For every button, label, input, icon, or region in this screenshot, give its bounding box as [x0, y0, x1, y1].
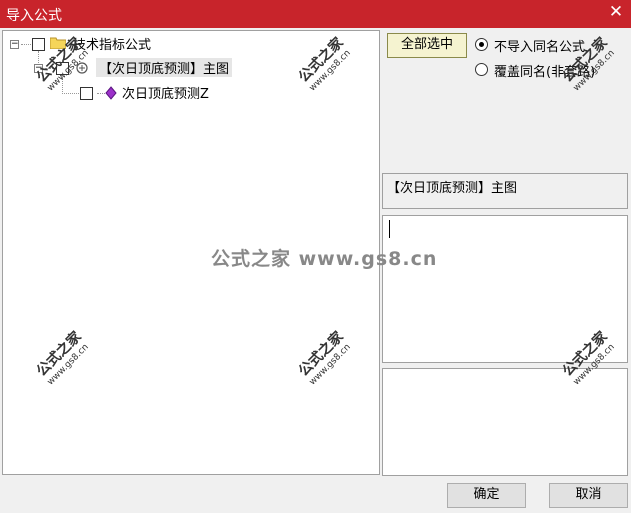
radio-overwrite-label[interactable]: 覆盖同名(非套路)	[494, 61, 595, 80]
tree-collapse-icon[interactable]: −	[10, 40, 19, 49]
tree-root-label[interactable]: 技术指标公式	[73, 34, 151, 53]
select-all-button[interactable]: 全部选中	[387, 33, 467, 58]
tree-connector	[62, 75, 63, 94]
close-icon[interactable]: ✕	[607, 3, 625, 21]
text-caret	[389, 220, 390, 238]
radio-overwrite-same-name[interactable]	[475, 63, 488, 76]
formula-tree[interactable]: − 技术指标公式 − 【次日顶底预测】主图 次日顶底预测Z	[2, 30, 380, 475]
tree-connector	[45, 68, 55, 69]
cancel-button[interactable]: 取消	[549, 483, 628, 508]
formula-name-display: 【次日顶底预测】主图	[382, 173, 628, 209]
formula-group-icon	[76, 62, 88, 74]
formula-gem-icon	[105, 86, 117, 100]
title-bar: 导入公式 ✕	[0, 0, 631, 28]
formula-info-box	[382, 368, 628, 476]
folder-icon	[50, 37, 66, 49]
child-checkbox[interactable]	[56, 62, 69, 75]
window-title: 导入公式	[6, 8, 62, 24]
tree-child-label[interactable]: 【次日顶底预测】主图	[96, 58, 233, 77]
tree-connector	[21, 44, 31, 45]
root-checkbox[interactable]	[32, 38, 45, 51]
radio-skip-same-name[interactable]	[475, 38, 488, 51]
formula-name-text: 【次日顶底预测】主图	[387, 181, 518, 196]
formula-description-box[interactable]	[382, 215, 628, 363]
ok-button[interactable]: 确定	[447, 483, 526, 508]
leaf-checkbox[interactable]	[80, 87, 93, 100]
tree-leaf-label[interactable]: 次日顶底预测Z	[122, 83, 209, 102]
radio-skip-label[interactable]: 不导入同名公式	[494, 36, 585, 55]
tree-connector	[62, 93, 79, 94]
tree-collapse-icon[interactable]: −	[34, 64, 43, 73]
